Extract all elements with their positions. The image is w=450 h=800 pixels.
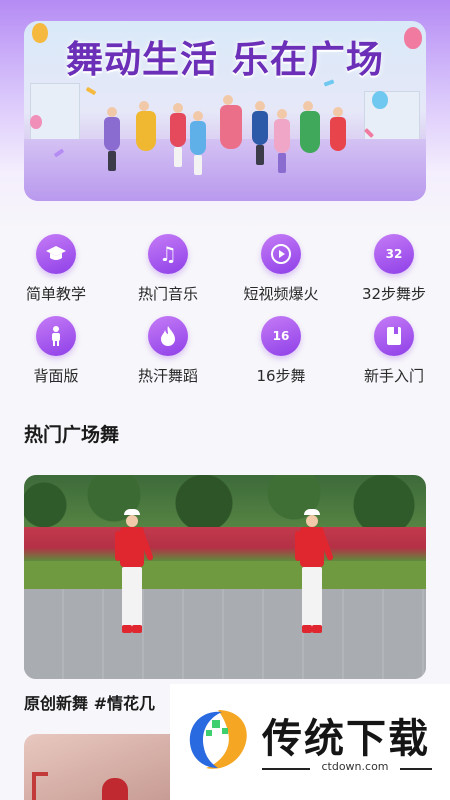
category-label: 16步舞: [256, 367, 306, 385]
book-icon: [374, 316, 414, 356]
video-scene-lawn: [24, 561, 426, 589]
category-label: 新手入门: [363, 367, 424, 385]
category-16-steps[interactable]: 16 16步舞: [225, 316, 337, 386]
flame-icon: [148, 316, 188, 356]
category-short-video[interactable]: 短视频爆火: [225, 234, 337, 304]
category-beginner[interactable]: 新手入门: [338, 316, 450, 386]
category-simple-teaching[interactable]: 简单教学: [0, 234, 112, 304]
banner-stage: [24, 139, 426, 201]
play-icon: [261, 234, 301, 274]
person-icon: [36, 316, 76, 356]
thumbnail-decoration: [32, 772, 48, 800]
video-title[interactable]: 原创新舞 #情花几: [24, 690, 155, 714]
category-label: 短视频爆火: [243, 285, 319, 303]
watermark: 传统下载 ctdown.com: [170, 684, 450, 800]
dancer-figure: [102, 778, 128, 800]
category-label: 热门音乐: [137, 285, 198, 303]
confetti: [85, 86, 97, 96]
category-label: 热汗舞蹈: [137, 367, 198, 385]
category-label: 简单教学: [25, 285, 86, 303]
category-hot-music[interactable]: ♫ 热门音乐: [112, 234, 224, 304]
brand-url: ctdown.com: [310, 760, 400, 773]
music-note-icon: ♫: [148, 234, 188, 274]
balloon-small: [30, 115, 42, 129]
banner-title: 舞动生活 乐在广场: [66, 38, 384, 81]
number-32-icon: 32: [374, 234, 414, 274]
category-sweat-dance[interactable]: 热汗舞蹈: [112, 316, 224, 386]
video-thumbnail[interactable]: [24, 475, 426, 679]
building-left: [30, 83, 80, 143]
video-scene-flowers: [24, 527, 426, 561]
brand-name: 传统下载: [262, 716, 430, 762]
category-label: 32步舞步: [361, 285, 427, 303]
category-back-view[interactable]: 背面版: [0, 316, 112, 386]
balloon-blue: [372, 91, 388, 109]
section-title-hot-square-dance: 热门广场舞: [24, 424, 120, 446]
video-thumbnail-next[interactable]: [24, 734, 184, 800]
category-label: 背面版: [33, 367, 79, 385]
category-32-steps[interactable]: 32 32步舞步: [338, 234, 450, 304]
promo-banner[interactable]: 舞动生活 乐在广场: [24, 21, 426, 201]
number-16-icon: 16: [261, 316, 301, 356]
brand-logo-icon: [189, 710, 247, 769]
graduation-cap-icon: [36, 234, 76, 274]
video-scene-plaza: [24, 589, 426, 679]
